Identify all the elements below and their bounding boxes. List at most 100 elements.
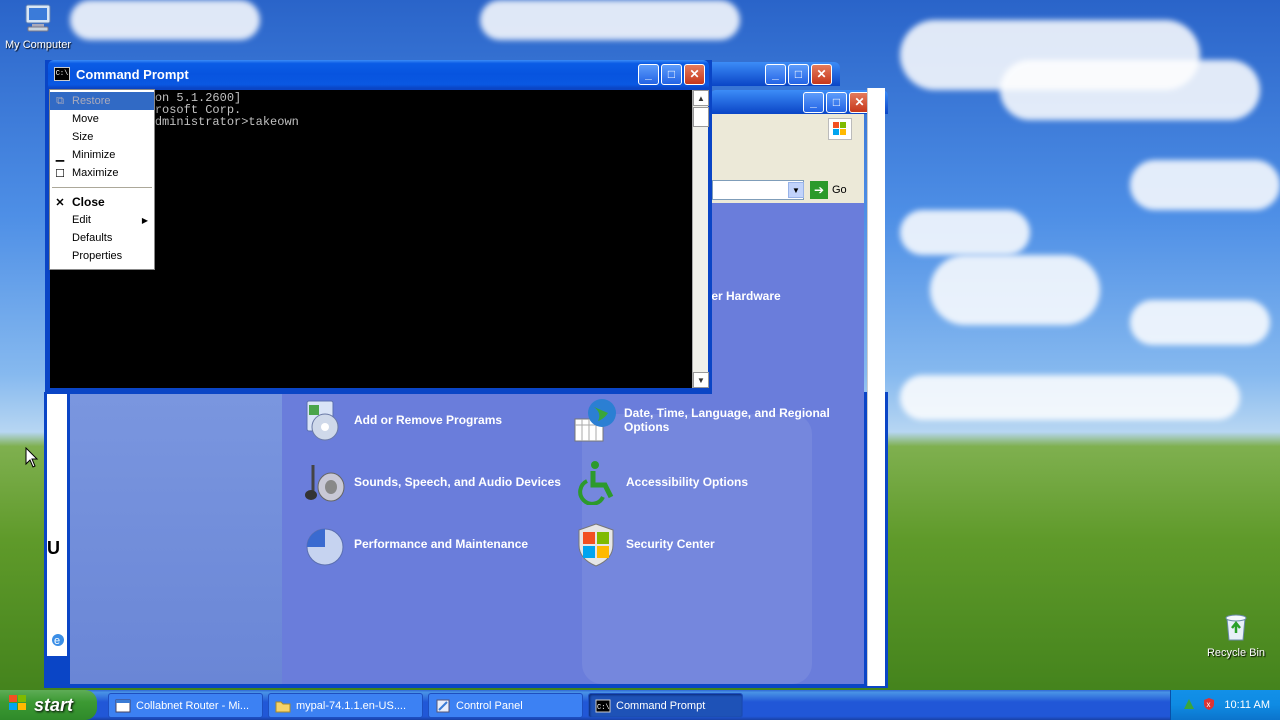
taskbar-button-label: Collabnet Router - Mi...: [136, 699, 250, 712]
background-window-titlebar[interactable]: _ □ ✕ ✕: [710, 90, 888, 114]
maximize-icon[interactable]: □: [661, 63, 682, 85]
performance-icon: [300, 520, 348, 568]
go-label: Go: [832, 184, 847, 196]
close-icon[interactable]: ✕: [684, 63, 705, 85]
system-menu: ⧉ Restore Move Size ▁ Minimize ☐ Maximize ✕…: [49, 89, 155, 270]
taskbar-button-control-panel[interactable]: Control Panel: [428, 693, 583, 718]
category-sounds-speech-audio[interactable]: Sounds, Speech, and Audio Devices: [300, 458, 561, 506]
close-icon: ✕: [55, 196, 65, 209]
menu-item-edit[interactable]: Edit ▶: [50, 211, 154, 229]
recycle-bin-icon: [1198, 610, 1274, 645]
taskbar-button-collabnet[interactable]: Collabnet Router - Mi...: [108, 693, 263, 718]
minimize-icon: ▁: [55, 149, 65, 162]
minimize-icon[interactable]: _: [765, 63, 786, 85]
svg-text:C:\: C:\: [597, 704, 610, 712]
taskbar: start Collabnet Router - Mi... mypal-74.…: [0, 690, 1280, 720]
wallpaper-cloud: [900, 210, 1030, 255]
category-label: Sounds, Speech, and Audio Devices: [354, 475, 561, 489]
category-label: Accessibility Options: [626, 475, 749, 489]
date-time-globe-icon: [572, 396, 618, 444]
taskbar-button-command-prompt[interactable]: C:\ Command Prompt: [588, 693, 743, 718]
start-label: start: [34, 694, 74, 715]
command-prompt-titlebar[interactable]: C:\ Command Prompt _ □ ✕: [48, 60, 709, 88]
maximize-icon[interactable]: □: [788, 63, 809, 85]
close-icon[interactable]: ✕: [811, 63, 832, 85]
category-security-center[interactable]: Security Center: [572, 520, 715, 568]
background-window-titlebar[interactable]: _ □ ✕: [700, 62, 840, 86]
taskbar-button-label: Command Prompt: [616, 699, 706, 712]
category-accessibility-options[interactable]: Accessibility Options: [572, 458, 748, 506]
menu-item-move[interactable]: Move: [50, 110, 154, 128]
menu-item-restore[interactable]: ⧉ Restore: [50, 92, 154, 110]
menu-item-close[interactable]: ✕ Close: [50, 193, 154, 211]
svg-text:x: x: [1207, 700, 1211, 709]
menu-item-label: Properties: [72, 250, 123, 262]
background-window-edge: [47, 392, 67, 656]
go-button[interactable]: ➔ Go: [810, 180, 856, 200]
maximize-icon[interactable]: □: [826, 91, 847, 113]
start-button[interactable]: start: [0, 690, 97, 720]
category-link-printers-hardware[interactable]: her Hardware: [704, 289, 781, 303]
category-date-time-language[interactable]: Date, Time, Language, and Regional Optio…: [572, 396, 862, 444]
taskbar-button-label: Control Panel: [456, 699, 523, 712]
network-tray-icon[interactable]: [1182, 697, 1196, 714]
category-performance-maintenance[interactable]: Performance and Maintenance: [300, 520, 528, 568]
security-alert-tray-icon[interactable]: x: [1202, 697, 1216, 714]
menu-item-label: Minimize: [72, 149, 116, 161]
menu-item-label: Size: [72, 131, 94, 143]
desktop-icon-my-computer[interactable]: My Computer: [0, 2, 76, 51]
scroll-down-icon[interactable]: ▼: [693, 372, 709, 388]
maximize-icon: ☐: [55, 167, 65, 180]
vertical-scrollbar[interactable]: ▲ ▼: [692, 90, 709, 388]
wallpaper-cloud: [930, 255, 1100, 325]
control-panel-toolbar-area: ▼ ➔ Go: [712, 114, 864, 203]
desktop-icon-recycle-bin[interactable]: Recycle Bin: [1198, 610, 1274, 659]
my-computer-icon: [0, 2, 76, 37]
clock[interactable]: 10:11 AM: [1224, 699, 1270, 711]
menu-item-defaults[interactable]: Defaults: [50, 229, 154, 247]
sounds-speech-icon: [300, 458, 348, 506]
menu-item-maximize[interactable]: ☐ Maximize: [50, 164, 154, 182]
menu-item-label: Move: [72, 113, 99, 125]
wallpaper-cloud: [480, 0, 740, 40]
background-window-edge: [867, 88, 885, 686]
menu-item-properties[interactable]: Properties: [50, 247, 154, 265]
menu-item-size[interactable]: Size: [50, 128, 154, 146]
background-window-letter: U: [47, 538, 60, 558]
menu-separator: [52, 187, 152, 188]
scroll-up-icon[interactable]: ▲: [693, 90, 709, 106]
minimize-icon[interactable]: _: [803, 91, 824, 113]
wallpaper-cloud: [900, 375, 1240, 420]
security-shield-icon: [572, 520, 620, 568]
submenu-arrow-icon: ▶: [141, 215, 148, 225]
cmd-icon: C:\: [595, 698, 611, 714]
category-label: Security Center: [626, 537, 715, 551]
scroll-thumb[interactable]: [693, 107, 709, 127]
windows-flag-icon: [8, 694, 28, 717]
browser-icon: [115, 698, 131, 714]
category-label: Performance and Maintenance: [354, 537, 529, 551]
menu-item-label: Defaults: [72, 232, 113, 244]
mouse-cursor-icon: [25, 446, 39, 472]
minimize-icon[interactable]: _: [638, 63, 659, 85]
chevron-down-icon[interactable]: ▼: [788, 182, 804, 198]
restore-icon: ⧉: [56, 94, 64, 107]
menu-item-label: Edit: [72, 214, 91, 226]
category-label: Date, Time, Language, and Regional Optio…: [624, 406, 830, 434]
taskbar-button-label: mypal-74.1.1.en-US....: [296, 699, 407, 712]
wallpaper-cloud: [1130, 160, 1280, 210]
taskbar-button-mypal[interactable]: mypal-74.1.1.en-US....: [268, 693, 423, 718]
menu-item-minimize[interactable]: ▁ Minimize: [50, 146, 154, 164]
menu-item-label: Restore: [72, 95, 111, 107]
category-add-remove-programs[interactable]: Add or Remove Programs: [300, 396, 502, 444]
accessibility-icon: [572, 458, 620, 506]
system-tray: x 10:11 AM: [1170, 690, 1280, 720]
folder-icon: [275, 698, 291, 714]
menu-item-label: Maximize: [72, 167, 119, 179]
cmd-window-icon[interactable]: C:\: [54, 67, 70, 81]
windows-flag-icon: [828, 118, 852, 140]
ie-icon: e: [50, 632, 66, 650]
wallpaper-cloud: [1000, 60, 1260, 120]
desktop-icon-label: My Computer: [4, 39, 72, 51]
control-panel-sidebar: [70, 394, 282, 684]
